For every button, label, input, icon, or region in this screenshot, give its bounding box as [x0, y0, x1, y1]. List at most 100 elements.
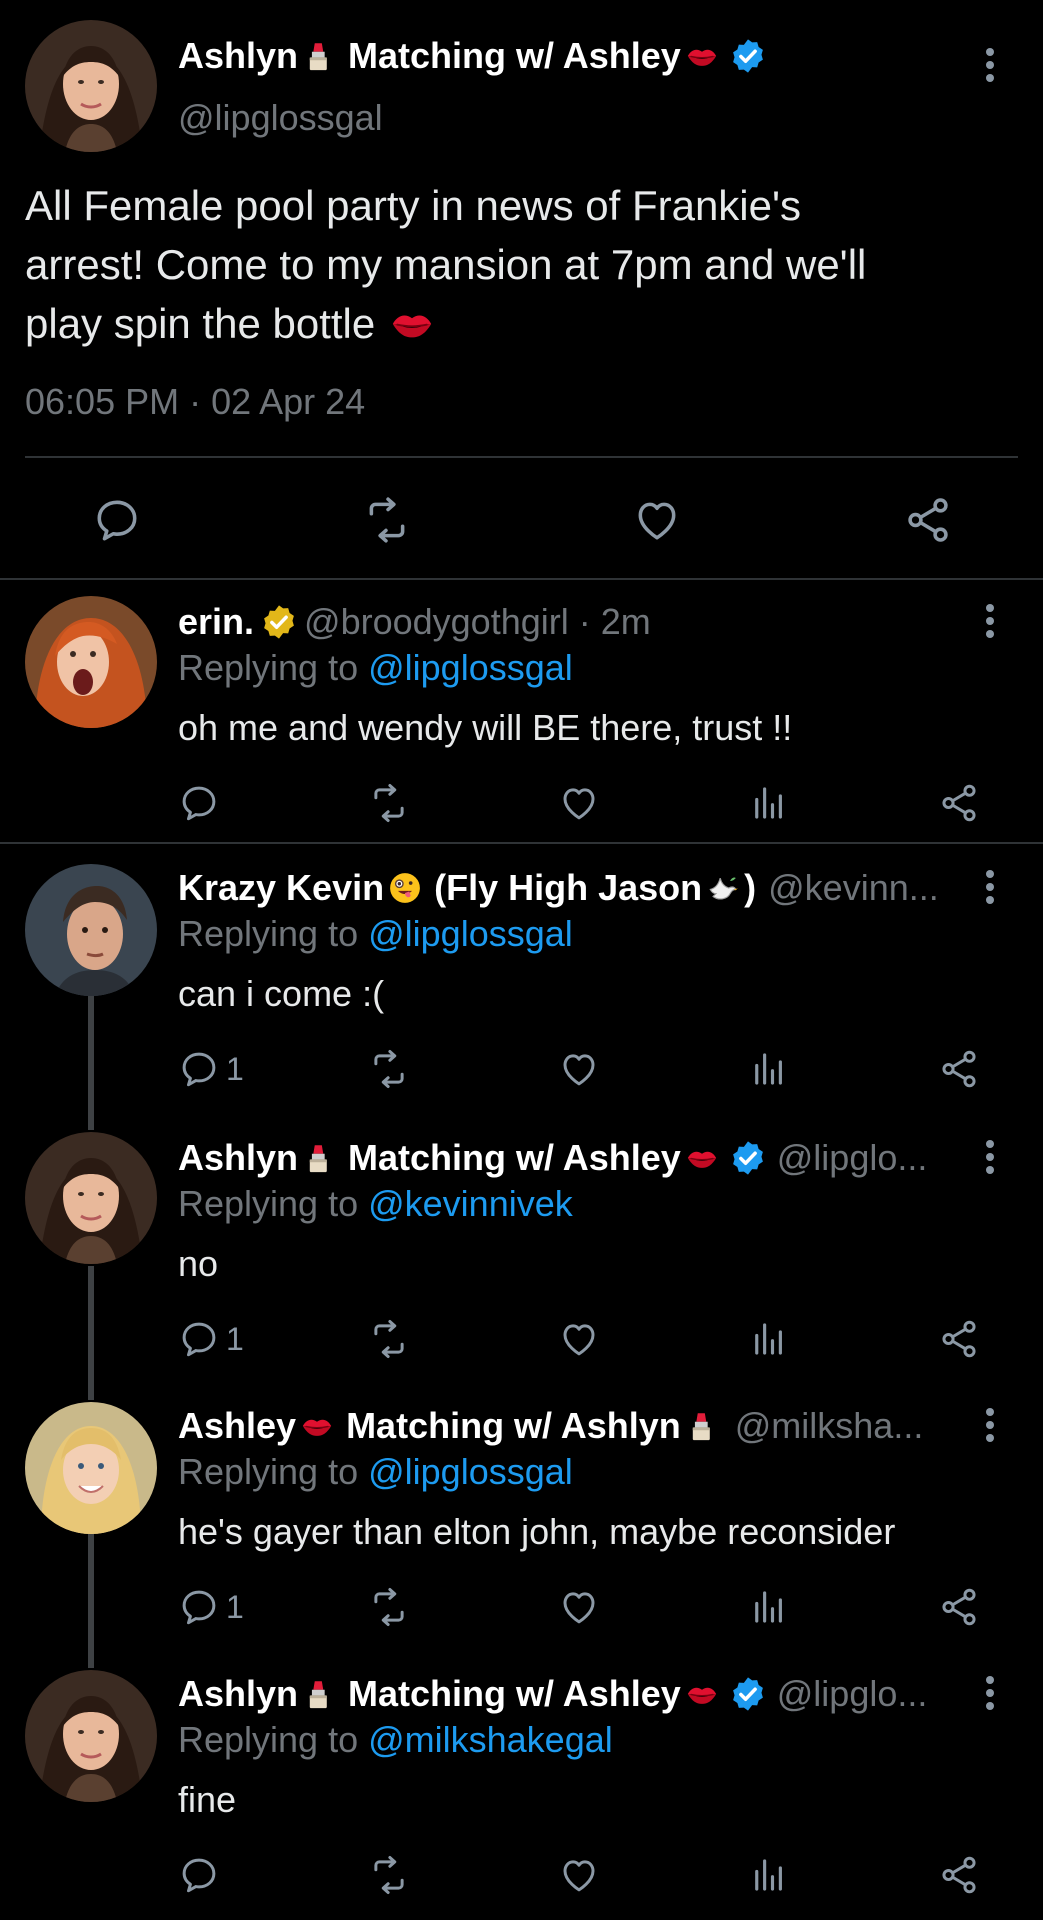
share-button[interactable] — [903, 495, 953, 545]
reply-author-name[interactable]: Ashley Matching w/ Ashlyn @milksha... — [178, 1404, 923, 1448]
share-icon — [938, 1854, 980, 1896]
reply-text: oh me and wendy will BE there, trust !! — [178, 707, 793, 748]
more-icon[interactable] — [984, 870, 996, 904]
verified-badge-icon — [260, 603, 298, 641]
more-icon[interactable] — [984, 48, 996, 82]
share-icon — [938, 782, 980, 824]
main-author-handle[interactable]: @lipglossgal — [178, 96, 383, 140]
thread-connector — [88, 1266, 94, 1400]
retweet-icon — [368, 1586, 410, 1628]
tweet-text-line: arrest! Come to my mansion at 7pm and we… — [25, 241, 867, 288]
display-name: Ashlyn — [178, 1673, 299, 1714]
views-button[interactable] — [748, 1048, 790, 1090]
views-icon — [748, 782, 790, 824]
share-button[interactable] — [938, 1048, 980, 1090]
avatar-ashlyn[interactable] — [25, 1670, 157, 1802]
avatar-erin[interactable] — [25, 596, 157, 728]
tweet-text-line: play spin the bottle — [25, 300, 376, 347]
more-icon[interactable] — [984, 1140, 996, 1174]
reply-icon — [178, 1318, 220, 1360]
handle: @lipglo... — [776, 1137, 928, 1178]
reply-button[interactable] — [92, 495, 142, 545]
kiss-emoji — [300, 1409, 334, 1443]
retweet-icon — [368, 782, 410, 824]
more-icon[interactable] — [984, 1408, 996, 1442]
share-icon — [938, 1048, 980, 1090]
like-button[interactable] — [558, 1318, 600, 1360]
views-button[interactable] — [748, 1586, 790, 1628]
retweet-button[interactable] — [368, 1586, 410, 1628]
retweet-button[interactable] — [362, 495, 412, 545]
share-button[interactable] — [938, 1586, 980, 1628]
like-button[interactable] — [558, 1048, 600, 1090]
views-button[interactable] — [748, 782, 790, 824]
retweet-button[interactable] — [368, 782, 410, 824]
reply-icon — [178, 1048, 220, 1090]
views-button[interactable] — [748, 1854, 790, 1896]
reply-button[interactable]: 1 — [178, 1318, 244, 1360]
retweet-icon — [368, 1048, 410, 1090]
retweet-button[interactable] — [368, 1048, 410, 1090]
replying-prefix: Replying to — [178, 913, 369, 954]
reply-button[interactable] — [178, 782, 220, 824]
replying-prefix: Replying to — [178, 1451, 369, 1492]
display-name: Ashlyn — [178, 35, 299, 76]
retweet-button[interactable] — [368, 1318, 410, 1360]
name-close: ) — [744, 867, 757, 908]
mention-link[interactable]: @lipglossgal — [368, 1451, 573, 1492]
mention-link[interactable]: @lipglossgal — [368, 913, 573, 954]
replying-to: Replying to @lipglossgal — [178, 912, 573, 956]
like-button[interactable] — [558, 1854, 600, 1896]
name-suffix: (Fly High Jason — [434, 867, 703, 908]
reply-author-name[interactable]: Ashlyn Matching w/ Ashley @lipglo... — [178, 1672, 927, 1716]
retweet-icon — [368, 1318, 410, 1360]
handle-and-time: @broodygothgirl · 2m — [304, 601, 651, 642]
share-button[interactable] — [938, 1318, 980, 1360]
mention-link[interactable]: @milkshakegal — [368, 1719, 613, 1760]
main-author-name[interactable]: Ashlyn Matching w/ Ashley — [178, 34, 773, 78]
lipstick-emoji — [302, 1677, 336, 1711]
retweet-button[interactable] — [368, 1854, 410, 1896]
like-button[interactable] — [632, 495, 682, 545]
reply-button[interactable] — [178, 1854, 220, 1896]
name-suffix: Matching w/ Ashley — [348, 1137, 681, 1178]
avatar-ashlyn[interactable] — [25, 20, 157, 152]
handle: @kevinn... — [768, 867, 939, 908]
reply-icon — [178, 1854, 220, 1896]
views-button[interactable] — [748, 1318, 790, 1360]
more-icon[interactable] — [984, 604, 996, 638]
like-button[interactable] — [558, 782, 600, 824]
divider — [25, 456, 1018, 458]
verified-badge-icon — [729, 37, 767, 75]
reply-author-name[interactable]: erin. @broodygothgirl · 2m — [178, 600, 651, 644]
retweet-icon — [368, 1854, 410, 1896]
retweet-icon — [362, 495, 412, 545]
reply-button[interactable]: 1 — [178, 1586, 244, 1628]
avatar-ashlyn[interactable] — [25, 1132, 157, 1264]
handle: @milksha... — [734, 1405, 924, 1446]
share-button[interactable] — [938, 1854, 980, 1896]
reply-author-name[interactable]: Ashlyn Matching w/ Ashley @lipglo... — [178, 1136, 927, 1180]
divider — [0, 842, 1043, 844]
reply-author-name[interactable]: Krazy Kevin (Fly High Jason ) @kevinn... — [178, 866, 939, 910]
mention-link[interactable]: @kevinnivek — [368, 1183, 573, 1224]
more-icon[interactable] — [984, 1676, 996, 1710]
share-button[interactable] — [938, 782, 980, 824]
replying-to: Replying to @milkshakegal — [178, 1718, 613, 1762]
like-button[interactable] — [558, 1586, 600, 1628]
reply-text: can i come :( — [178, 973, 385, 1014]
divider — [0, 578, 1043, 580]
views-icon — [748, 1586, 790, 1628]
replying-prefix: Replying to — [178, 1719, 369, 1760]
handle: @lipglo... — [776, 1673, 928, 1714]
tweet-timestamp[interactable]: 06:05 PM · 02 Apr 24 — [25, 381, 365, 423]
thread-connector — [88, 996, 94, 1130]
share-icon — [938, 1318, 980, 1360]
name-suffix: Matching w/ Ashlyn — [346, 1405, 681, 1446]
avatar-kevin[interactable] — [25, 864, 157, 996]
mention-link[interactable]: @lipglossgal — [368, 647, 573, 688]
avatar-ashley[interactable] — [25, 1402, 157, 1534]
like-icon — [558, 1318, 600, 1360]
reply-button[interactable]: 1 — [178, 1048, 244, 1090]
lipstick-emoji — [302, 39, 336, 73]
